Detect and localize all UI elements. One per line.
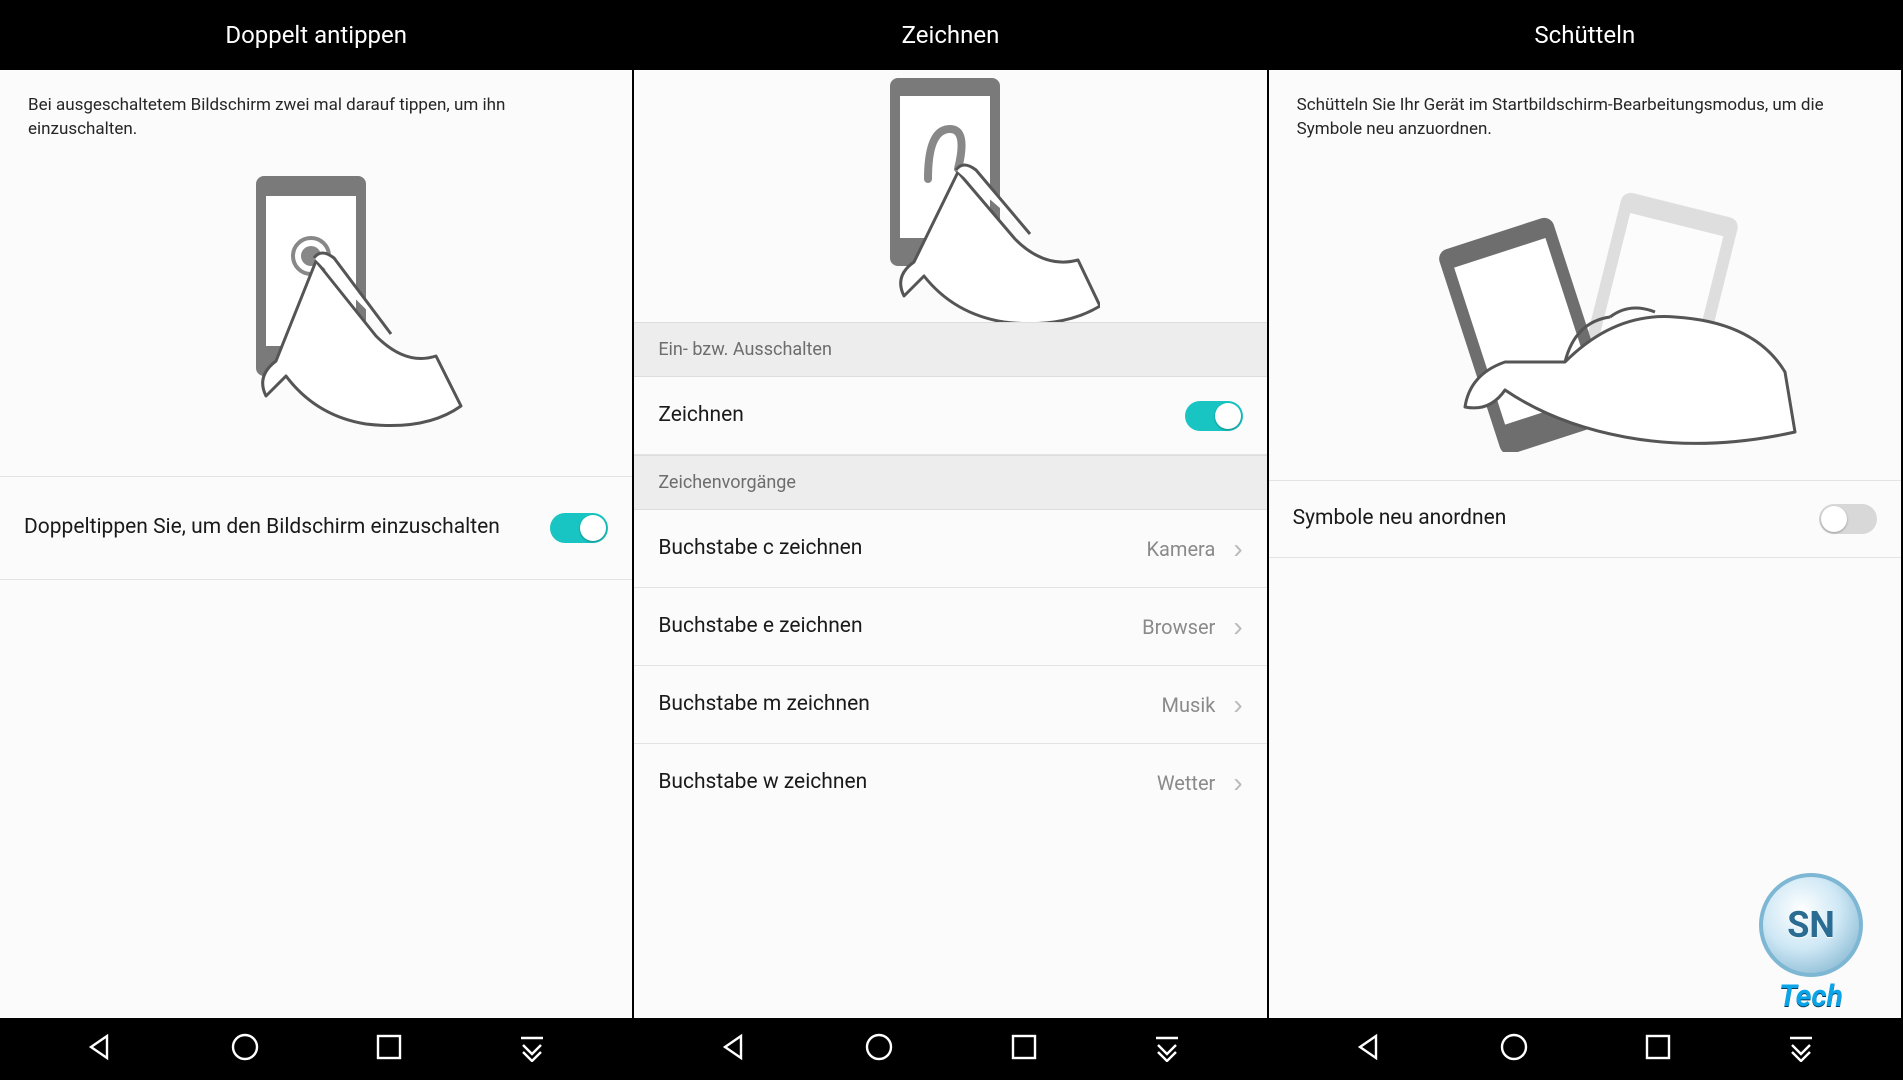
android-navbar: [0, 1018, 632, 1080]
screen2-content: Ein- bzw. Ausschalten Zeichnen Zeichenvo…: [634, 70, 1266, 1018]
description-text: Schütteln Sie Ihr Gerät im Startbildschi…: [1269, 70, 1901, 152]
sntech-logo-text: Tech: [1759, 979, 1863, 1014]
screen-schuetteln: Schütteln Schütteln Sie Ihr Gerät im Sta…: [1269, 0, 1903, 1080]
shake-reorder-label: Symbole neu anordnen: [1293, 505, 1819, 532]
op-value: Musik: [1162, 693, 1216, 717]
double-tap-illustration: [0, 156, 632, 436]
op-row-e[interactable]: Buchstabe e zeichnen Browser ›: [634, 588, 1266, 666]
shake-illustration: [1269, 152, 1901, 452]
double-tap-toggle-label: Doppeltippen Sie, um den Bildschirm einz…: [24, 514, 550, 541]
recent-apps-icon[interactable]: [375, 1033, 403, 1065]
pulldown-icon[interactable]: [1786, 1032, 1816, 1066]
shake-reorder-toggle-row[interactable]: Symbole neu anordnen: [1269, 480, 1901, 558]
screen-doppelt-antippen: Doppelt antippen Bei ausgeschaltetem Bil…: [0, 0, 634, 1080]
home-icon[interactable]: [1498, 1031, 1530, 1067]
page-title: Doppelt antippen: [225, 21, 407, 49]
screen-zeichnen: Zeichnen Ein- bzw. Ausschalten Zeichnen …: [634, 0, 1268, 1080]
draw-illustration: [634, 70, 1266, 322]
op-label: Buchstabe c zeichnen: [658, 535, 1146, 562]
double-tap-toggle-row[interactable]: Doppeltippen Sie, um den Bildschirm einz…: [0, 476, 632, 580]
description-text: Bei ausgeschaltetem Bildschirm zwei mal …: [0, 70, 632, 156]
op-row-m[interactable]: Buchstabe m zeichnen Musik ›: [634, 666, 1266, 744]
page-title: Zeichnen: [902, 21, 1000, 49]
op-label: Buchstabe e zeichnen: [658, 613, 1142, 640]
recent-apps-icon[interactable]: [1010, 1033, 1038, 1065]
chevron-right-icon: ›: [1233, 613, 1242, 641]
titlebar: Zeichnen: [634, 0, 1266, 70]
page-title: Schütteln: [1534, 21, 1635, 49]
chevron-right-icon: ›: [1233, 691, 1242, 719]
pulldown-icon[interactable]: [1152, 1032, 1182, 1066]
recent-apps-icon[interactable]: [1644, 1033, 1672, 1065]
pulldown-icon[interactable]: [517, 1032, 547, 1066]
back-icon[interactable]: [85, 1032, 115, 1066]
op-label: Buchstabe m zeichnen: [658, 691, 1161, 718]
section-on-off: Ein- bzw. Ausschalten: [634, 322, 1266, 377]
chevron-right-icon: ›: [1233, 535, 1242, 563]
screen1-content: Bei ausgeschaltetem Bildschirm zwei mal …: [0, 70, 632, 1018]
op-value: Browser: [1142, 615, 1215, 639]
double-tap-toggle[interactable]: [550, 513, 608, 543]
android-navbar: [1269, 1018, 1901, 1080]
op-value: Kamera: [1146, 537, 1215, 561]
home-icon[interactable]: [229, 1031, 261, 1067]
op-row-c[interactable]: Buchstabe c zeichnen Kamera ›: [634, 510, 1266, 588]
back-icon[interactable]: [1354, 1032, 1384, 1066]
zeichnen-toggle[interactable]: [1185, 401, 1243, 431]
android-navbar: [634, 1018, 1266, 1080]
back-icon[interactable]: [719, 1032, 749, 1066]
sntech-watermark: SN Tech: [1759, 873, 1863, 1014]
home-icon[interactable]: [863, 1031, 895, 1067]
zeichnen-toggle-label: Zeichnen: [658, 402, 1184, 429]
shake-reorder-toggle[interactable]: [1819, 504, 1877, 534]
op-row-w[interactable]: Buchstabe w zeichnen Wetter ›: [634, 744, 1266, 822]
chevron-right-icon: ›: [1233, 769, 1242, 797]
titlebar: Doppelt antippen: [0, 0, 632, 70]
titlebar: Schütteln: [1269, 0, 1901, 70]
zeichnen-toggle-row[interactable]: Zeichnen: [634, 377, 1266, 455]
op-value: Wetter: [1157, 771, 1216, 795]
section-zeichenvorgaenge: Zeichenvorgänge: [634, 455, 1266, 510]
sntech-logo-icon: SN: [1759, 873, 1863, 977]
op-label: Buchstabe w zeichnen: [658, 769, 1156, 796]
